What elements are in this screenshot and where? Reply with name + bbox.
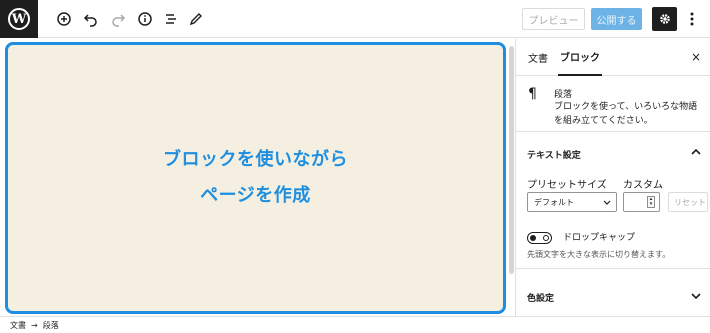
info-icon xyxy=(138,12,152,26)
toggle-knob xyxy=(530,235,536,241)
preview-button[interactable]: プレビュー xyxy=(522,8,585,30)
redo-icon xyxy=(112,14,126,27)
selected-paragraph-block[interactable]: ブロックを使いながら ページを作成 xyxy=(5,42,506,314)
tab-document[interactable]: 文書 xyxy=(528,39,548,76)
edit-mode-button[interactable] xyxy=(185,8,207,30)
reset-button[interactable]: リセット xyxy=(668,192,708,212)
block-title: 段落 xyxy=(554,90,573,100)
text-settings-toggle[interactable]: テキスト設定 xyxy=(527,148,581,161)
number-spinner[interactable]: ▴ ▾ xyxy=(647,196,655,208)
breadcrumb-current[interactable]: 段落 xyxy=(43,320,59,331)
paragraph-icon: ¶ xyxy=(528,86,537,102)
custom-size-input[interactable]: ▴ ▾ xyxy=(623,192,660,212)
more-options-button[interactable] xyxy=(683,8,701,30)
add-block-button[interactable] xyxy=(53,8,75,30)
preset-size-label: プリセットサイズ xyxy=(527,180,607,191)
color-settings-toggle[interactable]: 色設定 xyxy=(527,291,554,304)
more-options-icon xyxy=(690,12,694,26)
sidebar-tabs: 文書 ブロック × xyxy=(516,39,710,76)
close-icon: × xyxy=(690,50,702,64)
breadcrumb-root[interactable]: 文書 xyxy=(10,320,26,331)
text-settings-panel: テキスト設定 プリセットサイズ カスタム デフォルト ▴ ▾ リセット ドロップキ… xyxy=(516,133,710,269)
drop-cap-toggle[interactable] xyxy=(527,232,552,244)
breadcrumb: 文書 → 段落 xyxy=(0,316,710,333)
edit-icon xyxy=(189,13,202,26)
block-card: ¶ 段落 ブロックを使って、いろいろな物語を組み立ててください。 xyxy=(516,76,710,132)
settings-button[interactable] xyxy=(652,7,677,31)
gear-icon xyxy=(659,14,670,24)
add-block-icon xyxy=(57,12,71,26)
tab-block[interactable]: ブロック xyxy=(558,39,602,76)
wordpress-logo-icon: W xyxy=(8,8,30,30)
publish-button[interactable]: 公開する xyxy=(591,8,642,30)
undo-button[interactable] xyxy=(80,8,102,30)
close-sidebar-button[interactable]: × xyxy=(689,50,703,64)
settings-sidebar: 文書 ブロック × ¶ 段落 ブロックを使って、いろいろな物語を組み立ててくださ… xyxy=(515,39,710,316)
canvas-text-line-1[interactable]: ブロックを使いながら xyxy=(163,142,348,178)
block-description: ブロックを使って、いろいろな物語を組み立ててください。 xyxy=(554,102,698,126)
list-view-button[interactable] xyxy=(160,8,182,30)
wordpress-logo-button[interactable]: W xyxy=(0,0,38,38)
custom-size-label: カスタム xyxy=(623,180,663,191)
info-button[interactable] xyxy=(134,8,156,30)
editor-toolbar: W プレビュー 公開する xyxy=(0,0,710,38)
chevron-down-icon[interactable] xyxy=(690,290,702,302)
canvas-text-line-2[interactable]: ページを作成 xyxy=(200,178,311,214)
breadcrumb-separator: → xyxy=(31,320,38,330)
list-view-icon xyxy=(166,14,176,24)
undo-icon xyxy=(83,14,97,27)
color-settings-panel: 色設定 xyxy=(516,270,710,316)
canvas-scrollbar[interactable] xyxy=(509,46,514,274)
drop-cap-label: ドロップキャップ xyxy=(563,233,636,243)
preset-size-select[interactable]: デフォルト xyxy=(527,192,617,212)
chevron-down-icon xyxy=(603,200,611,205)
editor-canvas: ブロックを使いながら ページを作成 xyxy=(0,39,513,316)
preset-size-value: デフォルト xyxy=(534,197,574,207)
toggle-ring xyxy=(543,235,549,241)
chevron-up-icon[interactable] xyxy=(690,146,702,158)
drop-cap-help: 先頭文字を大きな表示に切り替えます。 xyxy=(527,250,671,259)
redo-button[interactable] xyxy=(107,8,129,30)
